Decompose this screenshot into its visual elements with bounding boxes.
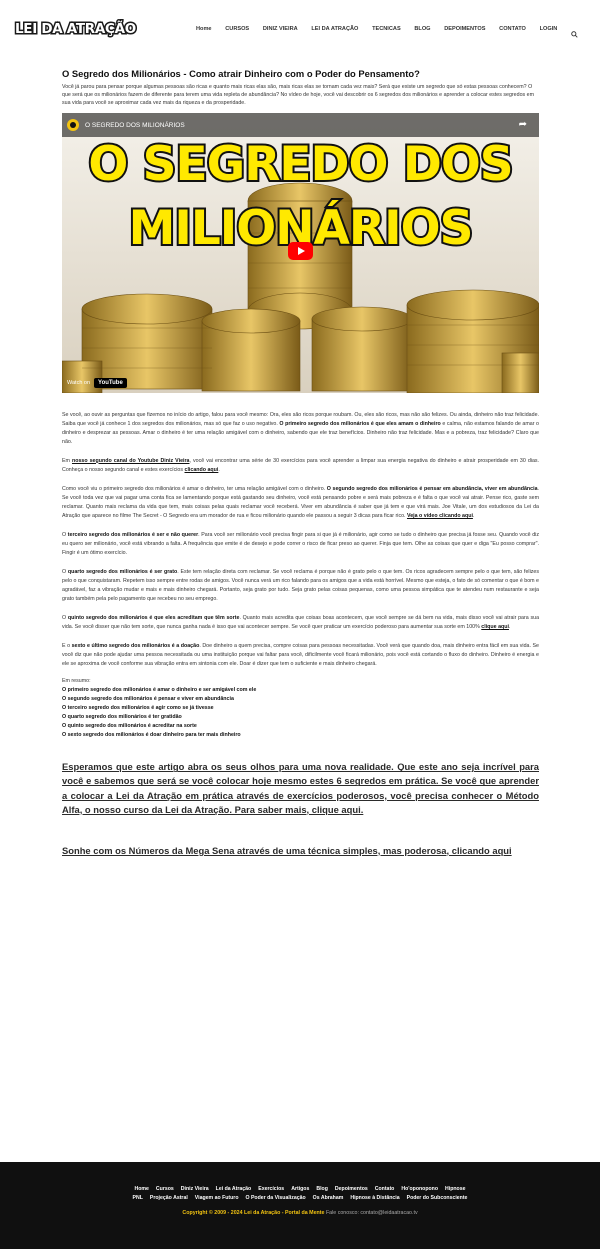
footer-link-home[interactable]: Home [135,1186,149,1192]
watch-on-youtube[interactable]: Watch on YouTube [67,377,127,388]
nav-login[interactable]: LOGIN [540,26,558,32]
luck-exercise-link[interactable]: clique aqui [481,624,509,630]
footer-link-diniz-vieira[interactable]: Diniz Vieira [181,1186,209,1192]
video-title[interactable]: O SEGREDO DOS MILIONÁRIOS [85,122,185,129]
summary-item: O quarto segredo dos milionários é ter g… [62,714,182,721]
summary-item: O sexto segredo dos milionários é doar d… [62,732,241,739]
copyright: Copyright © 2009 - 2024 Lei da Atração -… [0,1210,600,1216]
summary-item: O primeiro segredo dos milionários é ama… [62,686,257,693]
paragraph-5: O quarto segredo dos milionários é ser g… [62,568,539,602]
summary-title: Em resumo: [62,677,91,684]
footer-link-poder-da-visualizacao[interactable]: O Poder da Visualização [246,1195,306,1201]
nav-cursos[interactable]: CURSOS [225,26,249,32]
exercises-link[interactable]: clicando aqui [185,467,219,473]
summary-item: O terceiro segredo dos milionários é agi… [62,704,214,711]
site-logo[interactable]: LEI DA ATRAÇÃO [14,20,138,39]
footer-nav-row-1: Home Cursos Diniz Vieira Lei da Atração … [0,1186,600,1192]
footer-link-viagem-ao-futuro[interactable]: Viagem ao Futuro [195,1195,239,1201]
site-header: LEI DA ATRAÇÃO Home CURSOS DINIZ VIEIRA … [0,0,600,62]
footer-link-depoimentos[interactable]: Depoimentos [335,1186,368,1192]
contact-email[interactable]: Fale conosco: contato@leidaatracao.tv [324,1210,418,1216]
nav-lei-da-atracao[interactable]: LEI DA ATRAÇÃO [311,26,358,32]
site-footer: Home Cursos Diniz Vieira Lei da Atração … [0,1162,600,1249]
footer-link-cursos[interactable]: Cursos [156,1186,174,1192]
paragraph-1: Se você, ao ouvir as perguntas que fizem… [62,411,539,445]
paragraph-2: Em nosso segundo canal do Youtube Diniz … [62,457,540,473]
search-icon[interactable] [571,25,578,38]
article: O Segredo dos Milionários - Como atrair … [62,68,539,856]
summary-list: Em resumo: O primeiro segredo dos milion… [62,677,539,741]
paragraph-4: O terceiro segredo dos milionários é ser… [62,531,540,556]
paragraph-3: Como você viu o primeiro segredo dos mil… [62,485,539,519]
footer-link-hooponopono[interactable]: Ho'oponopono [401,1186,438,1192]
metodo-alfa-cta-link[interactable]: Esperamos que este artigo abra os seus o… [62,760,539,816]
copyright-text: Copyright © 2009 - 2024 Lei da Atração -… [182,1210,325,1216]
nav-contato[interactable]: CONTATO [499,26,526,32]
play-button-icon[interactable] [288,241,313,260]
nav-diniz-vieira[interactable]: DINIZ VIEIRA [263,26,298,32]
video-headline-line1: O SEGREDO DOS [86,135,515,194]
summary-item: O quinto segredo dos milionários é acred… [62,723,197,730]
paragraph-7: E o sexto e último segredo dos milionári… [62,642,539,667]
youtube-logo: YouTube [94,377,127,388]
paragraph-6: O quinto segredo dos milionários é que e… [62,614,540,630]
nav-tecnicas[interactable]: TECNICAS [372,26,401,32]
footer-link-artigos[interactable]: Artigos [291,1186,309,1192]
footer-link-poder-do-subconsciente[interactable]: Poder do Subconsciente [407,1195,468,1201]
footer-link-hipnose[interactable]: Hipnose [445,1186,465,1192]
footer-link-blog[interactable]: Blog [316,1186,328,1192]
footer-link-hipnose-a-distancia[interactable]: Hipnose à Distância [350,1195,399,1201]
summary-item: O segundo segredo dos milionários é pens… [62,695,234,702]
nav-home[interactable]: Home [196,26,212,32]
video-link[interactable]: Veja o vídeo clicando aqui [407,513,473,519]
second-channel-link[interactable]: nosso segundo canal do Youtube Diniz Vie… [72,458,190,464]
footer-link-pnl[interactable]: PNL [133,1195,143,1201]
footer-link-contato[interactable]: Contato [375,1186,395,1192]
article-intro: Você já parou para pensar porque algumas… [62,84,534,107]
article-title: O Segredo dos Milionários - Como atrair … [62,68,420,79]
footer-link-exercicios[interactable]: Exercícios [258,1186,284,1192]
footer-link-lei-da-atracao[interactable]: Lei da Atração [216,1186,252,1192]
share-icon[interactable]: ➦ [519,119,527,130]
youtube-video-embed[interactable]: O SEGREDO DOS MILIONÁRIOS ➦ O SEGREDO DO… [62,112,539,393]
footer-nav-row-2: PNL Projeção Astral Viagem ao Futuro O P… [0,1195,600,1201]
footer-link-projecao-astral[interactable]: Projeção Astral [150,1195,188,1201]
mega-sena-cta-link[interactable]: Sonhe com os Números da Mega Sena atravé… [62,845,539,856]
nav-depoimentos[interactable]: DEPOIMENTOS [444,26,485,32]
main-nav: Home CURSOS DINIZ VIEIRA LEI DA ATRAÇÃO … [196,25,578,38]
nav-blog[interactable]: BLOG [414,26,430,32]
footer-link-os-abraham[interactable]: Os Abraham [313,1195,344,1201]
watch-on-label: Watch on [67,379,91,386]
